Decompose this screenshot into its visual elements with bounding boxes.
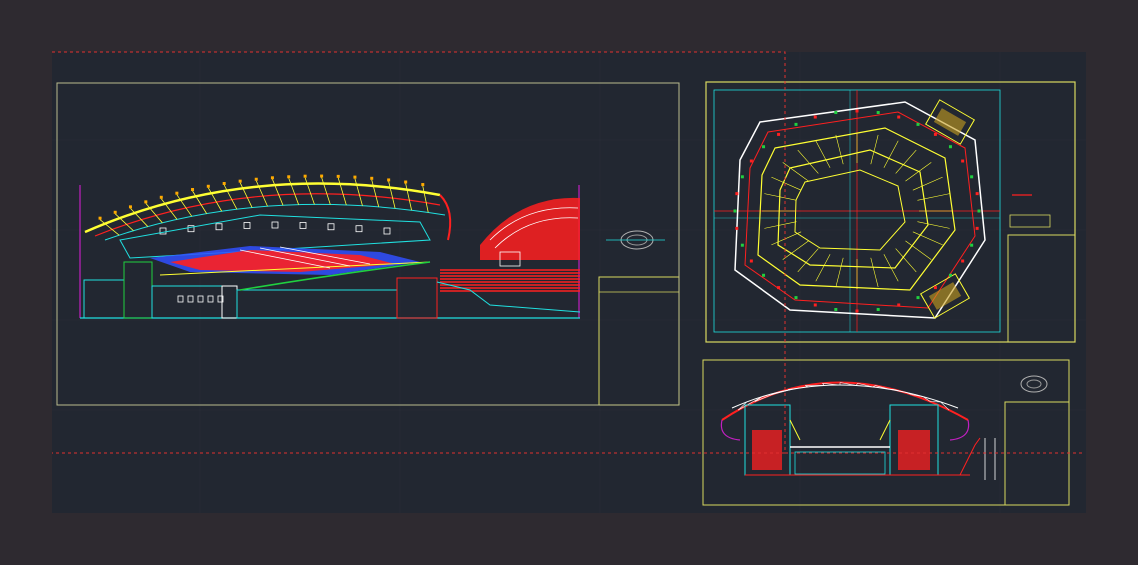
cad-workspace[interactable]: [0, 0, 1138, 565]
roof-node: [303, 174, 307, 178]
column-marker: [970, 243, 974, 247]
column-marker: [948, 145, 952, 149]
column-marker: [855, 309, 859, 313]
column-marker: [813, 115, 817, 119]
roof-node: [421, 183, 425, 187]
column-marker: [834, 307, 838, 311]
roof-node: [159, 195, 163, 199]
column-marker: [897, 115, 901, 119]
column-marker: [916, 122, 920, 126]
roof-node: [191, 188, 195, 192]
column-marker: [740, 175, 744, 179]
roof-node: [370, 176, 374, 180]
column-marker: [876, 307, 880, 311]
column-marker: [740, 243, 744, 247]
column-marker: [777, 132, 781, 136]
roof-node: [320, 174, 324, 178]
column-marker: [762, 273, 766, 277]
column-marker: [834, 111, 838, 115]
column-marker: [961, 259, 965, 263]
column-marker: [970, 175, 974, 179]
column-marker: [975, 226, 979, 230]
column-marker: [777, 286, 781, 290]
roof-node: [287, 175, 291, 179]
column-marker: [933, 132, 937, 136]
roof-node: [238, 179, 242, 183]
column-marker: [735, 192, 739, 196]
column-marker: [855, 109, 859, 113]
roof-node: [128, 205, 132, 209]
column-marker: [876, 111, 880, 115]
roof-node: [387, 178, 391, 182]
column-marker: [948, 273, 952, 277]
roof-node: [270, 176, 274, 180]
column-marker: [794, 296, 798, 300]
column-marker: [977, 209, 981, 213]
roof-node: [206, 184, 210, 188]
column-marker: [735, 226, 739, 230]
roof-node: [254, 177, 258, 181]
column-marker: [916, 296, 920, 300]
roof-node: [353, 175, 357, 179]
column-marker: [733, 209, 737, 213]
column-marker: [794, 122, 798, 126]
roof-node: [113, 210, 117, 214]
column-marker: [749, 159, 753, 163]
column-marker: [933, 286, 937, 290]
column-marker: [813, 303, 817, 307]
roof-node: [175, 191, 179, 195]
column-marker: [897, 303, 901, 307]
roof-node: [144, 200, 148, 204]
roof-node: [336, 174, 340, 178]
roof-node: [222, 181, 226, 185]
column-marker: [975, 192, 979, 196]
column-marker: [762, 145, 766, 149]
cad-drawing-canvas[interactable]: [0, 0, 1138, 565]
roof-node: [404, 180, 408, 184]
roof-node: [98, 216, 102, 220]
column-marker: [961, 159, 965, 163]
column-marker: [749, 259, 753, 263]
